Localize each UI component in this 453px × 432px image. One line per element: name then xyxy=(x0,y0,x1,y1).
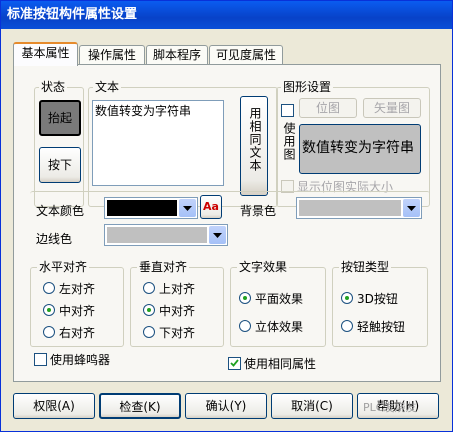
h-align-group: 水平对齐 左对齐 中对齐 右对齐 xyxy=(30,260,124,347)
text-color-label: 文本颜色 xyxy=(36,204,85,218)
font-style-button[interactable]: Aa xyxy=(200,195,222,219)
same-attr-checkbox[interactable] xyxy=(228,357,241,370)
touch-button-label: 轻触按钮 xyxy=(357,320,406,334)
flat-effect-radio[interactable] xyxy=(239,292,251,304)
v-align-top-radio[interactable] xyxy=(143,282,155,294)
check-button[interactable]: 检查(K) xyxy=(99,393,181,419)
border-color-label: 边线色 xyxy=(36,232,73,246)
text-effect-title: 文字效果 xyxy=(237,260,290,274)
border-color-select[interactable] xyxy=(104,224,228,246)
graphic-group: 图形设置 使用图 位图 矢量图 数值转变为字符串 显示位图实际大小 xyxy=(276,80,430,207)
h-align-left-label: 左对齐 xyxy=(59,282,96,296)
3d-button-label: 3D按钮 xyxy=(357,292,398,306)
chevron-down-icon xyxy=(209,226,226,244)
h-align-left-radio[interactable] xyxy=(43,282,55,294)
checkmark-icon xyxy=(230,359,239,367)
v-align-middle-radio[interactable] xyxy=(143,304,155,316)
window-title: 标准按钮构件属性设置 xyxy=(7,7,138,22)
v-align-group: 垂直对齐 上对齐 中对齐 下对齐 xyxy=(130,260,224,347)
h-align-right-label: 右对齐 xyxy=(59,326,96,340)
tab-panel-basic: 状态 抬起 按下 文本 数值转变为字符串 用相同文本 图形设置 使用图 位图 矢… xyxy=(13,64,441,382)
vector-button[interactable]: 矢量图 xyxy=(363,98,421,118)
chevron-down-icon xyxy=(403,199,420,217)
button-type-title: 按钮类型 xyxy=(339,260,392,274)
text-color-select[interactable] xyxy=(104,197,198,219)
confirm-button[interactable]: 确认(Y) xyxy=(185,393,267,419)
v-align-title: 垂直对齐 xyxy=(137,260,190,274)
use-graphic-label: 使用图 xyxy=(282,122,296,161)
cancel-button[interactable]: 取消(C) xyxy=(271,393,353,419)
graphic-group-title: 图形设置 xyxy=(281,80,334,94)
h-align-title: 水平对齐 xyxy=(37,260,90,274)
h-align-center-label: 中对齐 xyxy=(59,304,96,318)
tab-visibility[interactable]: 可见度属性 xyxy=(209,45,283,65)
text-group: 文本 数值转变为字符串 用相同文本 xyxy=(88,80,278,207)
h-align-center-radio[interactable] xyxy=(43,304,55,316)
text-group-title: 文本 xyxy=(93,80,122,94)
bg-color-swatch xyxy=(299,200,401,216)
v-align-middle-label: 中对齐 xyxy=(159,304,196,318)
title-bar[interactable]: 标准按钮构件属性设置 xyxy=(1,1,452,29)
lift-state-button[interactable]: 抬起 xyxy=(39,100,81,136)
same-text-button[interactable]: 用相同文本 xyxy=(240,96,268,196)
same-text-label: 用相同文本 xyxy=(248,107,262,172)
buzzer-label: 使用蜂鸣器 xyxy=(50,353,111,367)
font-icon: Aa xyxy=(203,200,219,213)
border-color-swatch xyxy=(107,227,207,243)
same-attr-label: 使用相同属性 xyxy=(244,357,317,371)
h-align-right-radio[interactable] xyxy=(43,326,55,338)
raised-effect-radio[interactable] xyxy=(239,320,251,332)
state-group: 状态 抬起 按下 xyxy=(34,80,84,207)
3d-button-radio[interactable] xyxy=(341,292,353,304)
tab-script[interactable]: 脚本程序 xyxy=(146,45,208,65)
v-align-bottom-radio[interactable] xyxy=(143,326,155,338)
text-effect-group: 文字效果 平面效果 立体效果 xyxy=(230,260,326,347)
dialog-window: 标准按钮构件属性设置 基本属性 操作属性 脚本程序 可见度属性 状态 抬起 按下… xyxy=(0,0,453,432)
bg-color-label: 背景色 xyxy=(240,204,277,218)
bitmap-button[interactable]: 位图 xyxy=(299,98,357,118)
button-text-input[interactable]: 数值转变为字符串 xyxy=(92,100,224,186)
bg-color-select[interactable] xyxy=(296,197,422,219)
watermark: PLC发烧友 xyxy=(363,401,417,414)
buzzer-checkbox[interactable] xyxy=(34,353,47,366)
v-align-bottom-label: 下对齐 xyxy=(159,326,196,340)
button-preview: 数值转变为字符串 xyxy=(299,124,421,174)
tab-basic[interactable]: 基本属性 xyxy=(13,42,78,66)
v-align-top-label: 上对齐 xyxy=(159,282,196,296)
state-group-title: 状态 xyxy=(39,80,68,94)
button-type-group: 按钮类型 3D按钮 轻触按钮 xyxy=(332,260,428,347)
tab-operation[interactable]: 操作属性 xyxy=(79,45,145,65)
touch-button-radio[interactable] xyxy=(341,320,353,332)
use-graphic-checkbox[interactable] xyxy=(281,104,294,117)
flat-effect-label: 平面效果 xyxy=(255,292,304,306)
press-state-button[interactable]: 按下 xyxy=(39,147,81,183)
raised-effect-label: 立体效果 xyxy=(255,320,304,334)
chevron-down-icon xyxy=(179,199,196,217)
permission-button[interactable]: 权限(A) xyxy=(13,393,95,419)
text-color-swatch xyxy=(107,200,177,216)
